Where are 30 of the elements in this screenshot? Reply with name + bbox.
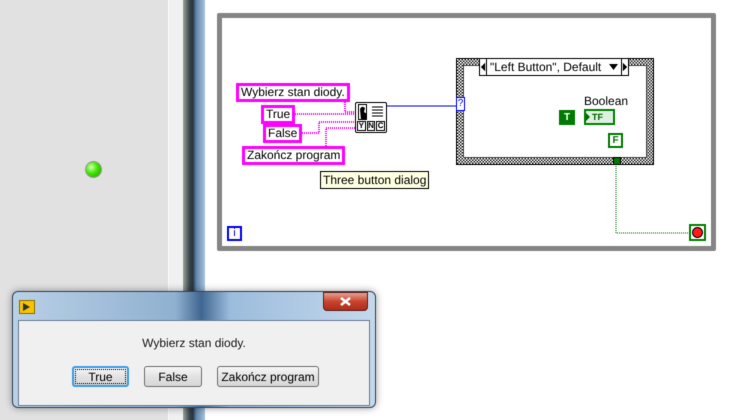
tooltip: Three button dialog [320, 171, 430, 189]
dropdown-arrow-icon [609, 64, 618, 70]
false-constant: F [608, 133, 623, 148]
string-constant: False [263, 124, 302, 143]
indicator-label: Boolean [584, 94, 628, 108]
indicator-text: TF [591, 112, 603, 122]
close-icon [340, 297, 351, 306]
icon-letter: C [376, 121, 386, 131]
tunnel [613, 157, 621, 165]
decrement-arrow-icon [480, 59, 487, 75]
string-constant: Zakończ program [242, 146, 346, 165]
icon-letter: N [366, 121, 376, 131]
close-button[interactable] [323, 292, 368, 311]
true-constant: T [559, 110, 575, 125]
dialog-person-icon [358, 104, 385, 121]
dialog-button[interactable]: Zakończ program [217, 366, 319, 387]
case-selector[interactable]: "Left Button", Default [479, 58, 629, 76]
string-constant: True [261, 105, 296, 124]
increment-arrow-icon [621, 59, 628, 75]
case-label: "Left Button", Default [489, 59, 602, 76]
iteration-terminal: i [227, 226, 242, 241]
three-button-dialog-function[interactable]: Y N C [355, 102, 387, 133]
dialog-message: Wybierz stan diody. [141, 335, 247, 351]
input-arrow-icon [586, 113, 590, 121]
selector-terminal: ? [456, 97, 465, 111]
dialog-button[interactable]: True [72, 366, 129, 387]
dialog-button[interactable]: False [144, 366, 202, 387]
app-icon [19, 300, 35, 314]
string-constant: Wybierz stan diody. [236, 83, 350, 102]
icon-letter: Y [357, 121, 366, 131]
